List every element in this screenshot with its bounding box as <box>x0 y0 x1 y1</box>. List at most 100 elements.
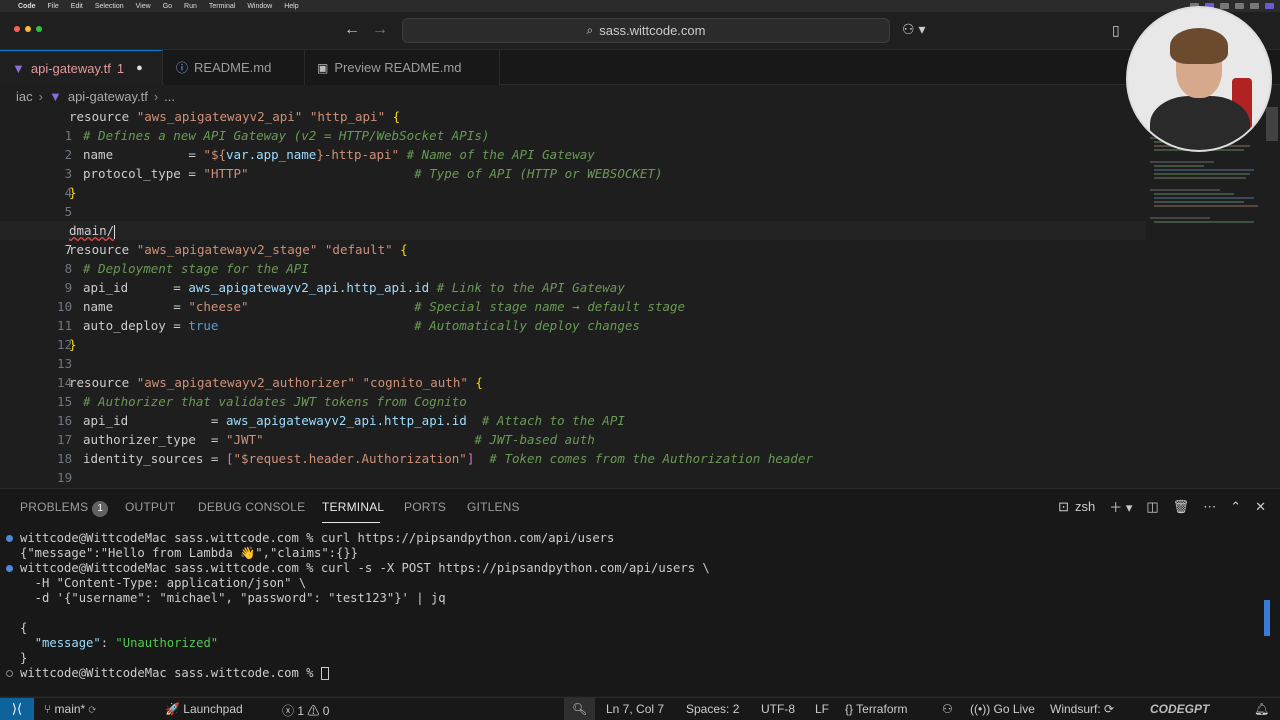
code-editor[interactable]: 1 resource "aws_apigatewayv2_api" "http_… <box>0 107 1146 487</box>
menu-selection[interactable]: Selection <box>95 3 124 10</box>
close-icon[interactable]: ✕ <box>1255 499 1266 515</box>
command-status-dot[interactable] <box>6 670 13 677</box>
status-icon[interactable] <box>1265 3 1274 9</box>
code-token: "aws_apigatewayv2_stage" <box>136 242 318 257</box>
braces-icon: {} <box>845 702 857 716</box>
code-comment: # Name of the API Gateway <box>399 147 595 162</box>
close-window-button[interactable] <box>14 26 20 32</box>
cursor-position[interactable]: Ln 7, Col 7 <box>606 702 664 716</box>
minimap[interactable] <box>1146 107 1264 487</box>
breadcrumb-folder[interactable]: iac <box>16 89 33 104</box>
new-terminal-icon[interactable]: ＋ ▾ <box>1109 497 1132 516</box>
go-live-label: Go Live <box>993 702 1035 716</box>
code-comment: # Automatically deploy changes <box>218 318 640 333</box>
terminal-output[interactable]: wittcode@WittcodeMac sass.wittcode.com %… <box>0 531 1266 691</box>
code-token: "http_api" <box>309 109 386 124</box>
webcam-overlay <box>1126 6 1272 152</box>
code-line: 12 auto_deploy = true # Automatically de… <box>0 316 1146 352</box>
windsurf-status[interactable]: Windsurf: ⟳ <box>1050 702 1114 716</box>
chevron-up-icon[interactable]: ⌃ <box>1230 499 1241 515</box>
code-token: "aws_apigatewayv2_api" <box>136 109 303 124</box>
breadcrumb-more[interactable]: ... <box>164 89 175 104</box>
unsaved-dot-icon[interactable]: ● <box>136 62 143 74</box>
json-key: "message" <box>34 636 101 650</box>
codegpt-logo[interactable]: CODEGPT <box>1150 702 1209 716</box>
code-line: 20 <box>0 468 1146 487</box>
code-line: 2 # Defines a new API Gateway (v2 = HTTP… <box>0 126 1146 162</box>
layout-sidebar-icon[interactable]: ▯ <box>1112 22 1120 39</box>
menu-run[interactable]: Run <box>184 3 197 10</box>
tab-readme-md[interactable]: ⓘ README.md <box>164 50 305 85</box>
code-token: } <box>69 185 77 200</box>
zoom-window-button[interactable] <box>36 26 42 32</box>
command-status-dot[interactable] <box>6 535 13 542</box>
copilot-status-icon[interactable]: ⚇ <box>942 702 953 716</box>
tab-gitlens[interactable]: GITLENS <box>467 500 520 514</box>
tab-preview-readme-md[interactable]: ▣ Preview README.md <box>305 50 500 85</box>
launchpad[interactable]: 🚀 Launchpad <box>165 702 243 716</box>
code-line: 10 api_id = aws_apigatewayv2_api.http_ap… <box>0 278 1146 314</box>
menu-window[interactable]: Window <box>247 3 272 10</box>
more-actions-icon[interactable]: ⋯ <box>1203 499 1216 515</box>
terminal-scrollbar[interactable] <box>1264 600 1270 636</box>
tab-terminal[interactable]: TERMINAL <box>322 500 384 514</box>
code-line: 4 protocol_type = "HTTP" # Type of API (… <box>0 164 1146 200</box>
trash-icon[interactable]: 🗑 <box>1173 499 1190 515</box>
tab-api-gateway-tf[interactable]: ▼ api-gateway.tf 1 ● <box>0 50 163 85</box>
code-token: resource <box>69 242 137 257</box>
menu-edit[interactable]: Edit <box>71 3 83 10</box>
tab-problems[interactable]: PROBLEMS 1 <box>20 500 109 517</box>
tab-ports[interactable]: PORTS <box>404 500 446 514</box>
git-branch[interactable]: ⑂ main* ⟳ <box>44 702 96 716</box>
minimize-window-button[interactable] <box>25 26 31 32</box>
code-line: 15 resource "aws_apigatewayv2_authorizer… <box>0 373 1146 409</box>
tab-debug-console[interactable]: DEBUG CONSOLE <box>198 500 305 514</box>
code-comment: # JWT-based auth <box>263 432 595 447</box>
language-mode[interactable]: {} Terraform <box>845 702 907 716</box>
split-terminal-icon[interactable]: ◫ <box>1146 499 1158 515</box>
status-icon[interactable] <box>1235 3 1244 9</box>
arrow-right-icon[interactable]: → <box>372 21 388 39</box>
menu-terminal[interactable]: Terminal <box>209 3 235 10</box>
command-status-dot[interactable] <box>6 565 13 572</box>
editor-scrollbar[interactable] <box>1266 107 1278 141</box>
breadcrumb-file[interactable]: api-gateway.tf <box>68 89 148 104</box>
zoom-icon[interactable]: 🔍︎ <box>564 698 596 720</box>
menu-help[interactable]: Help <box>284 3 298 10</box>
notifications-icon[interactable]: 🔔︎ <box>1254 702 1269 716</box>
menu-view[interactable]: View <box>136 3 151 10</box>
status-icon[interactable] <box>1220 3 1229 9</box>
arrow-left-icon[interactable]: ← <box>344 21 360 39</box>
status-icon[interactable] <box>1250 3 1259 9</box>
go-live-button[interactable]: ((•)) Go Live <box>970 702 1035 716</box>
json-colon: : <box>100 636 116 650</box>
tab-output[interactable]: OUTPUT <box>125 500 176 514</box>
end-of-line[interactable]: LF <box>815 702 829 716</box>
code-line: 3 name = "${var.app_name}-http-api" # Na… <box>0 145 1146 181</box>
indentation[interactable]: Spaces: 2 <box>686 702 739 716</box>
remote-indicator-icon[interactable]: ⟩⟨ <box>0 698 34 720</box>
copilot-icon[interactable]: ⚇ ▾ <box>902 21 925 38</box>
code-comment: # Authorizer that validates JWT tokens f… <box>83 394 467 409</box>
code-token: name = <box>83 147 204 162</box>
menu-go[interactable]: Go <box>163 3 172 10</box>
menu-app-name[interactable]: Code <box>18 3 36 10</box>
code-line: 13 } <box>0 335 1146 371</box>
command-center-search[interactable]: ⌕ sass.wittcode.com <box>402 18 890 43</box>
refresh-icon: ⟳ <box>1104 702 1115 716</box>
terminal-shell-selector[interactable]: ⊡ zsh <box>1058 499 1095 515</box>
branch-name: main* <box>54 702 86 716</box>
launchpad-label: Launchpad <box>183 702 243 716</box>
problems-indicator[interactable]: ⓧ 1 ⚠ 0 <box>282 702 329 719</box>
editor-tab-bar: ▼ api-gateway.tf 1 ● ⓘ README.md ▣ Previ… <box>0 50 1280 85</box>
code-line: 5 } <box>0 183 1146 219</box>
menu-file[interactable]: File <box>48 3 59 10</box>
terminal-line: wittcode@WittcodeMac sass.wittcode.com % <box>20 666 329 681</box>
title-bar: ← → ⌕ sass.wittcode.com ⚇ ▾ ▯ <box>0 12 1280 50</box>
encoding[interactable]: UTF-8 <box>761 702 795 716</box>
code-comment: # Defines a new API Gateway (v2 = HTTP/W… <box>83 128 490 143</box>
code-token: "aws_apigatewayv2_authorizer" <box>136 375 355 390</box>
